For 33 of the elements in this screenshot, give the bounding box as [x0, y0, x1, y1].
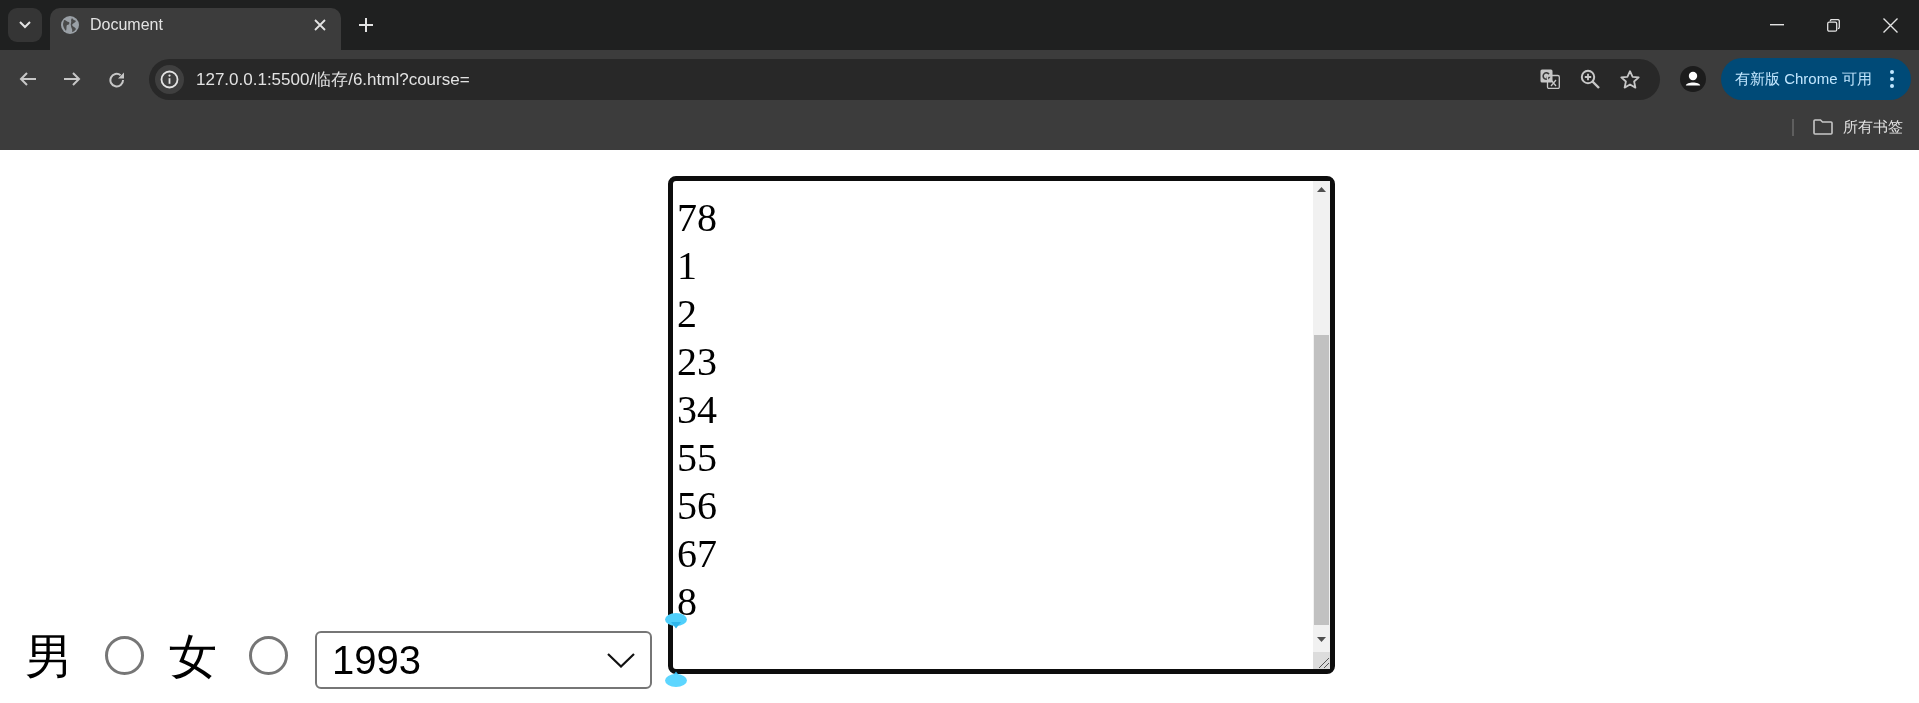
info-icon[interactable] [155, 64, 184, 94]
radio-button[interactable] [105, 636, 144, 675]
more-vertical-icon [1890, 70, 1894, 88]
translate-icon[interactable] [1540, 69, 1560, 89]
bookmarks-folder-button[interactable]: 所有书签 [1813, 117, 1903, 137]
year-select[interactable]: 1993 [315, 631, 652, 689]
scrollbar-thumb[interactable] [1314, 335, 1329, 625]
text-area[interactable]: 78 1 2 23 34 55 56 67 8 [668, 176, 1335, 674]
chevron-down-icon [19, 21, 31, 29]
resize-handle-icon[interactable] [1313, 652, 1330, 669]
profile-icon[interactable] [1680, 66, 1706, 92]
close-icon[interactable] [1883, 17, 1898, 33]
address-bar[interactable]: 127.0.0.1:5500/临存/6.html?course= [149, 58, 1660, 100]
globe-icon [61, 16, 79, 34]
plus-icon[interactable] [358, 17, 374, 33]
update-chrome-button[interactable]: 有新版 Chrome 可用 [1721, 58, 1911, 100]
tab-menu-button[interactable] [8, 8, 42, 42]
forward-arrow-icon[interactable] [63, 71, 81, 87]
minimize-icon[interactable] [1769, 24, 1784, 26]
browser-tab[interactable]: Document [50, 8, 341, 50]
back-arrow-icon[interactable] [19, 71, 37, 87]
restore-icon[interactable] [1827, 18, 1840, 32]
gender-label: 男 [25, 633, 73, 681]
radio-button[interactable] [249, 636, 288, 675]
zoom-in-icon[interactable] [1580, 69, 1600, 89]
gender-label: 女 [169, 633, 217, 681]
selection-handle-icon[interactable] [665, 613, 687, 629]
folder-icon [1813, 119, 1833, 135]
close-icon[interactable] [314, 19, 326, 31]
chevron-down-icon [607, 652, 635, 668]
star-icon[interactable] [1620, 69, 1640, 89]
selection-handle-icon[interactable] [665, 671, 687, 687]
reload-icon[interactable] [108, 70, 125, 88]
